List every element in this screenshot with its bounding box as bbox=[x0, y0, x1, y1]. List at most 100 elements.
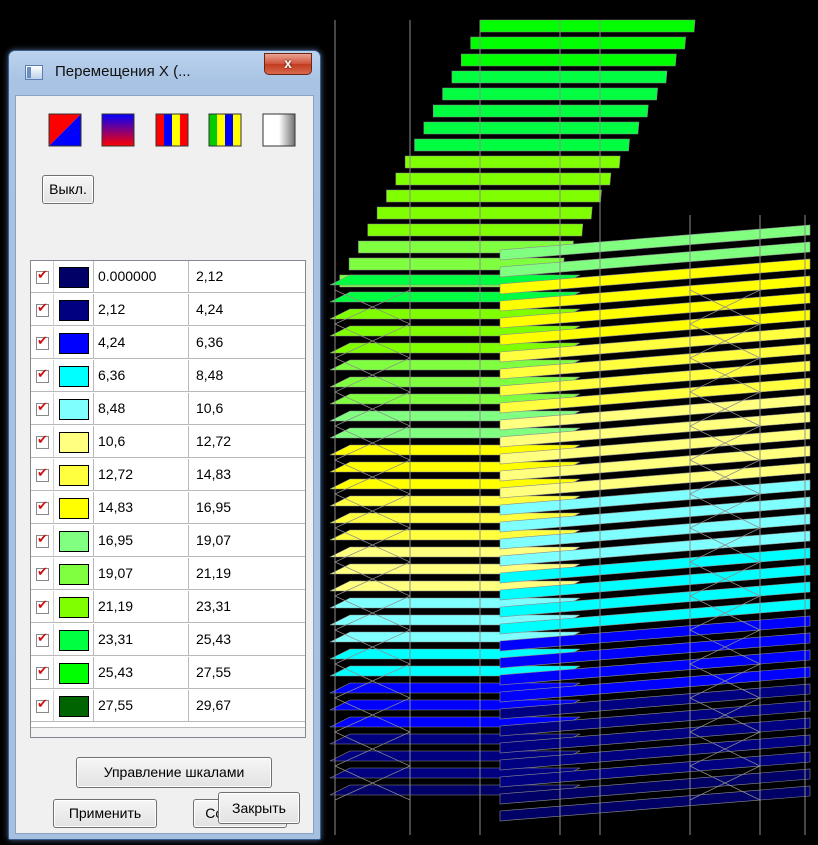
legend-color-swatch[interactable] bbox=[59, 564, 89, 585]
legend-row[interactable]: 6,36 8,48 bbox=[31, 360, 305, 392]
legend-row[interactable]: 4,24 6,36 bbox=[31, 327, 305, 359]
close-window-button[interactable]: x bbox=[264, 53, 312, 75]
legend-range-to: 8,48 bbox=[196, 367, 224, 383]
close-button[interactable]: Закрыть bbox=[218, 792, 300, 824]
legend-row[interactable]: 10,6 12,72 bbox=[31, 426, 305, 458]
legend-row-checkbox[interactable] bbox=[33, 624, 54, 655]
legend-range-from: 14,83 bbox=[93, 492, 189, 523]
legend-range-to: 2,12 bbox=[196, 268, 224, 284]
legend-row-checkbox[interactable] bbox=[33, 525, 54, 556]
legend-color-swatch[interactable] bbox=[59, 663, 89, 684]
checkmark-icon[interactable] bbox=[36, 697, 49, 713]
legend-color-swatch[interactable] bbox=[59, 300, 89, 321]
legend-color-swatch[interactable] bbox=[59, 267, 89, 288]
legend-range-from: 27,55 bbox=[93, 690, 189, 721]
palette-stripes-warm-icon[interactable] bbox=[154, 112, 190, 148]
legend-range-to: 29,67 bbox=[196, 697, 232, 713]
checkmark-icon[interactable] bbox=[36, 499, 49, 515]
legend-range-to: 27,55 bbox=[196, 664, 232, 680]
palette-diagonal-icon[interactable] bbox=[47, 112, 83, 148]
dialog-client-area: Выкл. 0.0000002,122,124,244,246,366,368,… bbox=[15, 95, 314, 834]
checkmark-icon[interactable] bbox=[36, 664, 49, 680]
legend-row[interactable]: 25,43 27,55 bbox=[31, 657, 305, 689]
checkmark-icon[interactable] bbox=[36, 301, 49, 317]
legend-range-from: 0.000000 bbox=[93, 261, 189, 292]
legend-range-to: 10,6 bbox=[196, 400, 224, 416]
window-icon bbox=[25, 65, 43, 80]
legend-range-from: 8,48 bbox=[93, 393, 189, 424]
window-title: Перемещения X (... bbox=[55, 63, 191, 80]
legend-color-swatch[interactable] bbox=[59, 399, 89, 420]
legend-range-from: 23,31 bbox=[93, 624, 189, 655]
legend-range-to: 12,72 bbox=[196, 433, 232, 449]
off-button[interactable]: Выкл. bbox=[42, 175, 94, 204]
legend-row-checkbox[interactable] bbox=[33, 558, 54, 589]
legend-color-swatch[interactable] bbox=[59, 630, 89, 651]
legend-range-from: 21,19 bbox=[93, 591, 189, 622]
legend-color-swatch[interactable] bbox=[59, 465, 89, 486]
legend-row[interactable]: 2,12 4,24 bbox=[31, 294, 305, 326]
legend-color-swatch[interactable] bbox=[59, 366, 89, 387]
checkmark-icon[interactable] bbox=[36, 367, 49, 383]
legend-color-swatch[interactable] bbox=[59, 333, 89, 354]
legend-row-checkbox[interactable] bbox=[33, 690, 54, 721]
checkmark-icon[interactable] bbox=[36, 631, 49, 647]
legend-row[interactable]: 8,48 10,6 bbox=[31, 393, 305, 425]
legend-range-to: 19,07 bbox=[196, 532, 232, 548]
manage-scales-button[interactable]: Управление шкалами bbox=[76, 757, 272, 788]
legend-row[interactable]: 14,83 16,95 bbox=[31, 492, 305, 524]
palette-gradient-icon[interactable] bbox=[100, 112, 136, 148]
checkmark-icon[interactable] bbox=[36, 334, 49, 350]
legend-row[interactable]: 0.000000 2,12 bbox=[31, 261, 305, 293]
legend-color-swatch[interactable] bbox=[59, 531, 89, 552]
legend-range-from: 16,95 bbox=[93, 525, 189, 556]
legend-row[interactable]: 27,55 29,67 bbox=[31, 690, 305, 722]
legend-row[interactable]: 23,31 25,43 bbox=[31, 624, 305, 656]
legend-range-from: 6,36 bbox=[93, 360, 189, 391]
legend-range-to: 16,95 bbox=[196, 499, 232, 515]
legend-range-to: 23,31 bbox=[196, 598, 232, 614]
legend-footer bbox=[31, 727, 305, 737]
legend-row-checkbox[interactable] bbox=[33, 294, 54, 325]
legend-row[interactable]: 12,72 14,83 bbox=[31, 459, 305, 491]
palette-stripes-cool-icon[interactable] bbox=[207, 112, 243, 148]
legend-dialog: Перемещения X (... x Выкл. 0.0000002,122… bbox=[8, 50, 321, 840]
apply-button[interactable]: Применить bbox=[53, 799, 157, 828]
legend-row-checkbox[interactable] bbox=[33, 426, 54, 457]
legend-row[interactable]: 16,95 19,07 bbox=[31, 525, 305, 557]
legend-row-checkbox[interactable] bbox=[33, 393, 54, 424]
checkmark-icon[interactable] bbox=[36, 565, 49, 581]
checkmark-icon[interactable] bbox=[36, 268, 49, 284]
legend-range-to: 25,43 bbox=[196, 631, 232, 647]
legend-range-from: 25,43 bbox=[93, 657, 189, 688]
legend-row-checkbox[interactable] bbox=[33, 657, 54, 688]
checkmark-icon[interactable] bbox=[36, 400, 49, 416]
checkmark-icon[interactable] bbox=[36, 466, 49, 482]
checkmark-icon[interactable] bbox=[36, 598, 49, 614]
legend-row-checkbox[interactable] bbox=[33, 261, 54, 292]
checkmark-icon[interactable] bbox=[36, 532, 49, 548]
legend-range-to: 6,36 bbox=[196, 334, 224, 350]
title-bar[interactable]: Перемещения X (... x bbox=[9, 51, 320, 95]
legend-color-swatch[interactable] bbox=[59, 597, 89, 618]
legend-row[interactable]: 21,19 23,31 bbox=[31, 591, 305, 623]
legend-range-from: 10,6 bbox=[93, 426, 189, 457]
legend-row-checkbox[interactable] bbox=[33, 492, 54, 523]
legend-row[interactable]: 19,07 21,19 bbox=[31, 558, 305, 590]
legend-row-checkbox[interactable] bbox=[33, 327, 54, 358]
legend-row-checkbox[interactable] bbox=[33, 360, 54, 391]
legend-color-swatch[interactable] bbox=[59, 432, 89, 453]
legend-range-from: 4,24 bbox=[93, 327, 189, 358]
legend-color-swatch[interactable] bbox=[59, 498, 89, 519]
checkmark-icon[interactable] bbox=[36, 433, 49, 449]
legend-range-to: 4,24 bbox=[196, 301, 224, 317]
color-scale-table[interactable]: 0.0000002,122,124,244,246,366,368,488,48… bbox=[30, 260, 306, 738]
legend-range-from: 2,12 bbox=[93, 294, 189, 325]
palette-grayscale-icon[interactable] bbox=[261, 112, 297, 148]
legend-color-swatch[interactable] bbox=[59, 696, 89, 717]
legend-range-to: 21,19 bbox=[196, 565, 232, 581]
legend-row-checkbox[interactable] bbox=[33, 591, 54, 622]
legend-range-from: 19,07 bbox=[93, 558, 189, 589]
legend-range-from: 12,72 bbox=[93, 459, 189, 490]
legend-row-checkbox[interactable] bbox=[33, 459, 54, 490]
